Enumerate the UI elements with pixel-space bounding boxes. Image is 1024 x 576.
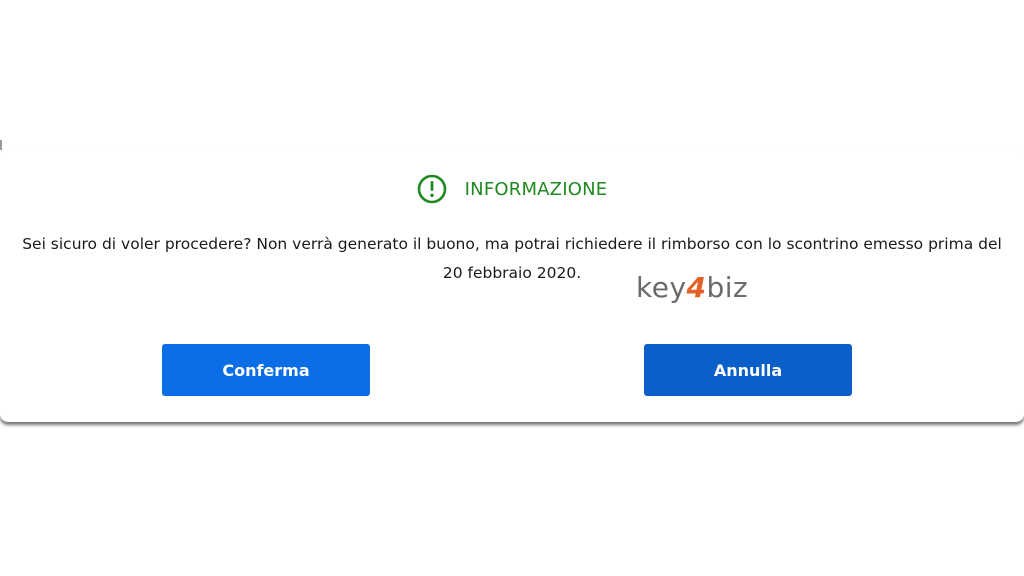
key4biz-watermark-logo: key 4 biz xyxy=(636,270,748,304)
watermark-key: key xyxy=(636,270,687,304)
dialog-message-line1: Sei sicuro di voler procedere? Non verrà… xyxy=(22,235,1002,253)
dialog-message: Sei sicuro di voler procedere? Non verrà… xyxy=(0,230,1024,288)
dialog-edge xyxy=(0,140,2,150)
watermark-biz: biz xyxy=(706,270,749,304)
dialog-message-line2: 20 febbraio 2020. xyxy=(442,264,582,282)
watermark-4: 4 xyxy=(686,270,707,304)
dialog-title: INFORMAZIONE xyxy=(464,178,608,200)
confirmation-dialog: INFORMAZIONE Sei sicuro di voler procede… xyxy=(0,148,1024,422)
confirm-button[interactable]: Conferma xyxy=(162,344,370,396)
info-exclamation-icon xyxy=(417,174,446,204)
cancel-button[interactable]: Annulla xyxy=(644,344,852,396)
dialog-header: INFORMAZIONE xyxy=(0,172,1024,206)
